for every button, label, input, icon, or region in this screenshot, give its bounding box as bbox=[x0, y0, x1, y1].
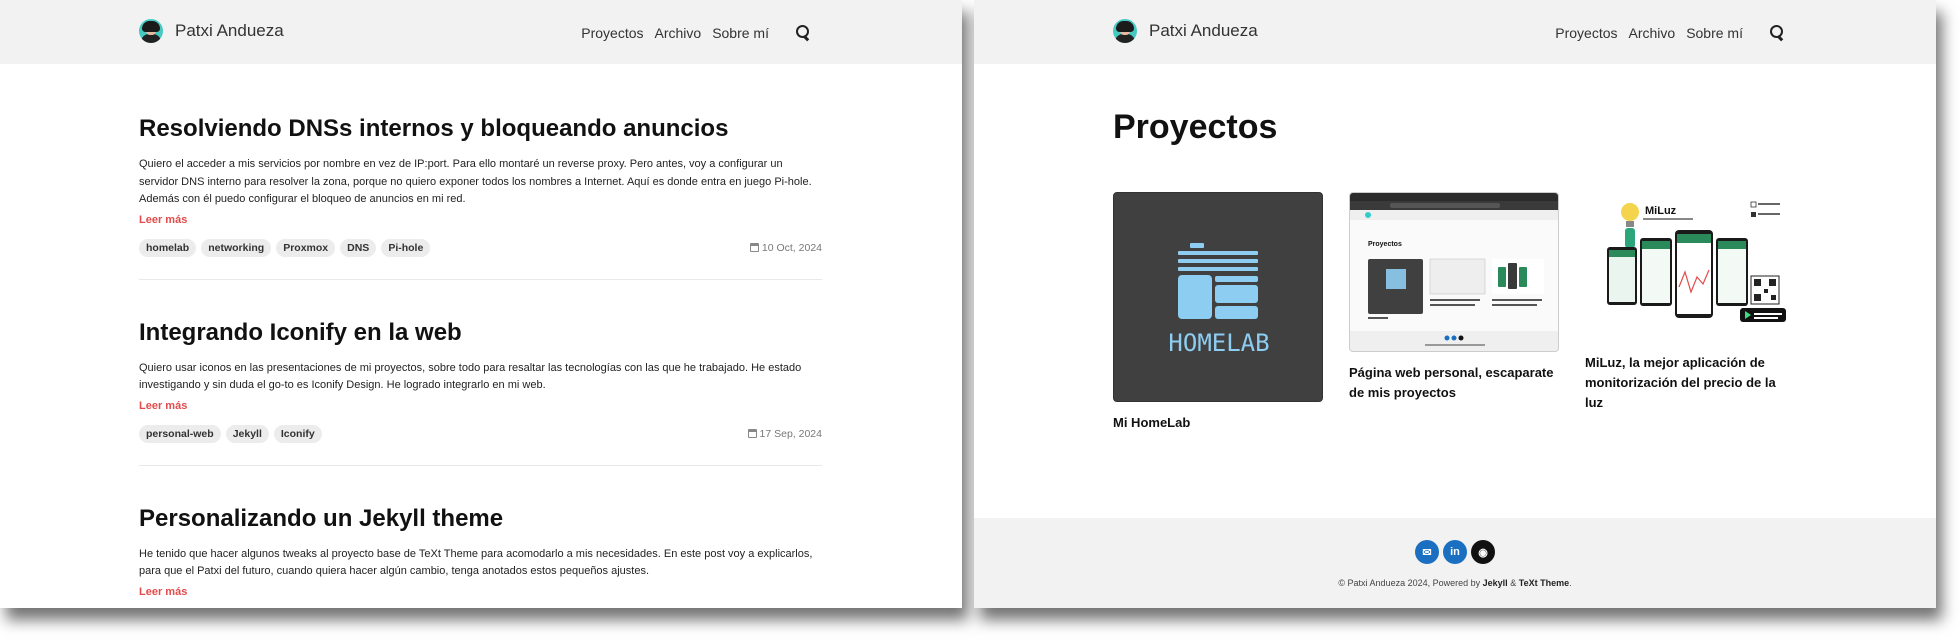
project-thumbnail[interactable]: MiLuz bbox=[1585, 192, 1795, 342]
site-name: Patxi Andueza bbox=[1149, 21, 1258, 40]
miluz-thumb-text: MiLuz bbox=[1645, 205, 1677, 217]
project-card-homelab[interactable]: HOMELAB Mi HomeLab bbox=[1113, 192, 1323, 433]
site-header: Patxi Andueza Proyectos Archivo Sobre mí bbox=[0, 0, 962, 64]
project-card-miluz[interactable]: MiLuz MiLuz, la mejor aplicación de moni… bbox=[1585, 192, 1795, 433]
nav-item-sobre-mi[interactable]: Sobre mí bbox=[1686, 25, 1743, 41]
search-icon[interactable] bbox=[794, 24, 812, 42]
copyright-amp: & bbox=[1510, 578, 1517, 588]
blog-window: Patxi Andueza Proyectos Archivo Sobre mí… bbox=[0, 0, 962, 608]
avatar bbox=[1113, 19, 1137, 43]
post-excerpt: Quiero el acceder a mis servicios por no… bbox=[139, 158, 812, 205]
copyright-text: © Patxi Andueza 2024, Powered by bbox=[1338, 578, 1481, 588]
tag[interactable]: Jekyll bbox=[225, 424, 269, 443]
mail-icon[interactable]: ✉ bbox=[1415, 540, 1439, 564]
tag[interactable]: networking bbox=[201, 238, 272, 257]
projects-window: Patxi Andueza Proyectos Archivo Sobre mí… bbox=[974, 0, 1936, 608]
read-more-link[interactable]: Leer más bbox=[139, 400, 822, 412]
project-caption[interactable]: MiLuz, la mejor aplicación de monitoriza… bbox=[1585, 353, 1795, 413]
post-item: Personalizando un Jekyll theme He tenido… bbox=[139, 466, 822, 609]
post-date-text: 10 Oct, 2024 bbox=[761, 241, 822, 254]
homelab-thumb-text: HOMELAB bbox=[1168, 329, 1269, 357]
post-title[interactable]: Resolviendo DNSs internos y bloqueando a… bbox=[139, 114, 822, 144]
post-excerpt: He tenido que hacer algunos tweaks al pr… bbox=[139, 547, 813, 578]
miluz-promo-thumb: MiLuz bbox=[1607, 201, 1786, 322]
browser-stage: Patxi Andueza Proyectos Archivo Sobre mí… bbox=[0, 0, 1960, 640]
tag[interactable]: Proxmox bbox=[276, 238, 336, 257]
nav-item-proyectos[interactable]: Proyectos bbox=[1555, 25, 1617, 41]
copyright: © Patxi Andueza 2024, Powered by Jekyll … bbox=[974, 578, 1936, 588]
post-date-text: 17 Sep, 2024 bbox=[759, 427, 822, 440]
post-meta: homelab networking Proxmox DNS Pi-hole 1… bbox=[139, 238, 822, 257]
post-date: 17 Sep, 2024 bbox=[747, 427, 822, 440]
main-nav: Proyectos Archivo Sobre mí bbox=[1555, 24, 1786, 42]
avatar bbox=[139, 19, 163, 43]
project-caption[interactable]: Página web personal, escaparate de mis p… bbox=[1349, 363, 1559, 403]
post-item: Integrando Iconify en la web Quiero usar… bbox=[139, 280, 822, 466]
project-grid: HOMELAB Mi HomeLab Proyectos Página web … bbox=[1113, 192, 1795, 433]
post-excerpt: Quiero usar iconos en las presentaciones… bbox=[139, 361, 802, 392]
site-brand[interactable]: Patxi Andueza bbox=[1113, 19, 1258, 43]
github-icon[interactable]: ◉ bbox=[1471, 540, 1495, 564]
read-more-link[interactable]: Leer más bbox=[139, 586, 822, 598]
post-list: Resolviendo DNSs internos y bloqueando a… bbox=[139, 64, 822, 608]
linkedin-icon[interactable]: in bbox=[1443, 540, 1467, 564]
thumb-proyectos-heading: Proyectos bbox=[1368, 241, 1402, 248]
site-header: Patxi Andueza Proyectos Archivo Sobre mí bbox=[974, 0, 1936, 64]
project-card-personal-web[interactable]: Proyectos Página web personal, escaparat… bbox=[1349, 192, 1559, 433]
website-screenshot-thumb: Proyectos bbox=[1350, 193, 1558, 351]
site-name: Patxi Andueza bbox=[175, 21, 284, 40]
read-more-link[interactable]: Leer más bbox=[139, 214, 822, 226]
nav-item-archivo[interactable]: Archivo bbox=[1629, 25, 1676, 41]
post-meta: personal-web Jekyll Iconify 17 Sep, 2024 bbox=[139, 424, 822, 443]
nav-item-archivo[interactable]: Archivo bbox=[655, 25, 702, 41]
project-thumbnail[interactable]: Proyectos bbox=[1349, 192, 1559, 352]
page-title: Proyectos bbox=[1113, 108, 1278, 146]
nav-item-proyectos[interactable]: Proyectos bbox=[581, 25, 643, 41]
post-date: 10 Oct, 2024 bbox=[749, 241, 822, 254]
post-item: Resolviendo DNSs internos y bloqueando a… bbox=[139, 64, 822, 280]
project-thumbnail[interactable]: HOMELAB bbox=[1113, 192, 1323, 402]
site-footer: ✉ in ◉ © Patxi Andueza 2024, Powered by … bbox=[974, 518, 1936, 608]
nav-item-sobre-mi[interactable]: Sobre mí bbox=[712, 25, 769, 41]
calendar-icon bbox=[747, 429, 757, 438]
tag[interactable]: Pi-hole bbox=[381, 238, 431, 257]
tag[interactable]: Iconify bbox=[273, 424, 322, 443]
project-caption[interactable]: Mi HomeLab bbox=[1113, 413, 1323, 433]
post-title[interactable]: Personalizando un Jekyll theme bbox=[139, 504, 822, 534]
tag-list: homelab networking Proxmox DNS Pi-hole bbox=[139, 238, 431, 257]
tag[interactable]: homelab bbox=[139, 238, 197, 257]
social-links: ✉ in ◉ bbox=[974, 540, 1936, 564]
main-nav: Proyectos Archivo Sobre mí bbox=[581, 24, 812, 42]
homelab-logo-icon: HOMELAB bbox=[1168, 243, 1270, 357]
calendar-icon bbox=[749, 243, 759, 252]
tag[interactable]: personal-web bbox=[139, 424, 221, 443]
tag[interactable]: DNS bbox=[340, 238, 377, 257]
copyright-period: . bbox=[1569, 578, 1572, 588]
jekyll-link[interactable]: Jekyll bbox=[1483, 578, 1508, 588]
site-brand[interactable]: Patxi Andueza bbox=[139, 19, 284, 43]
post-title[interactable]: Integrando Iconify en la web bbox=[139, 318, 822, 348]
tag-list: personal-web Jekyll Iconify bbox=[139, 424, 322, 443]
search-icon[interactable] bbox=[1768, 24, 1786, 42]
text-theme-link[interactable]: TeXt Theme bbox=[1519, 578, 1569, 588]
